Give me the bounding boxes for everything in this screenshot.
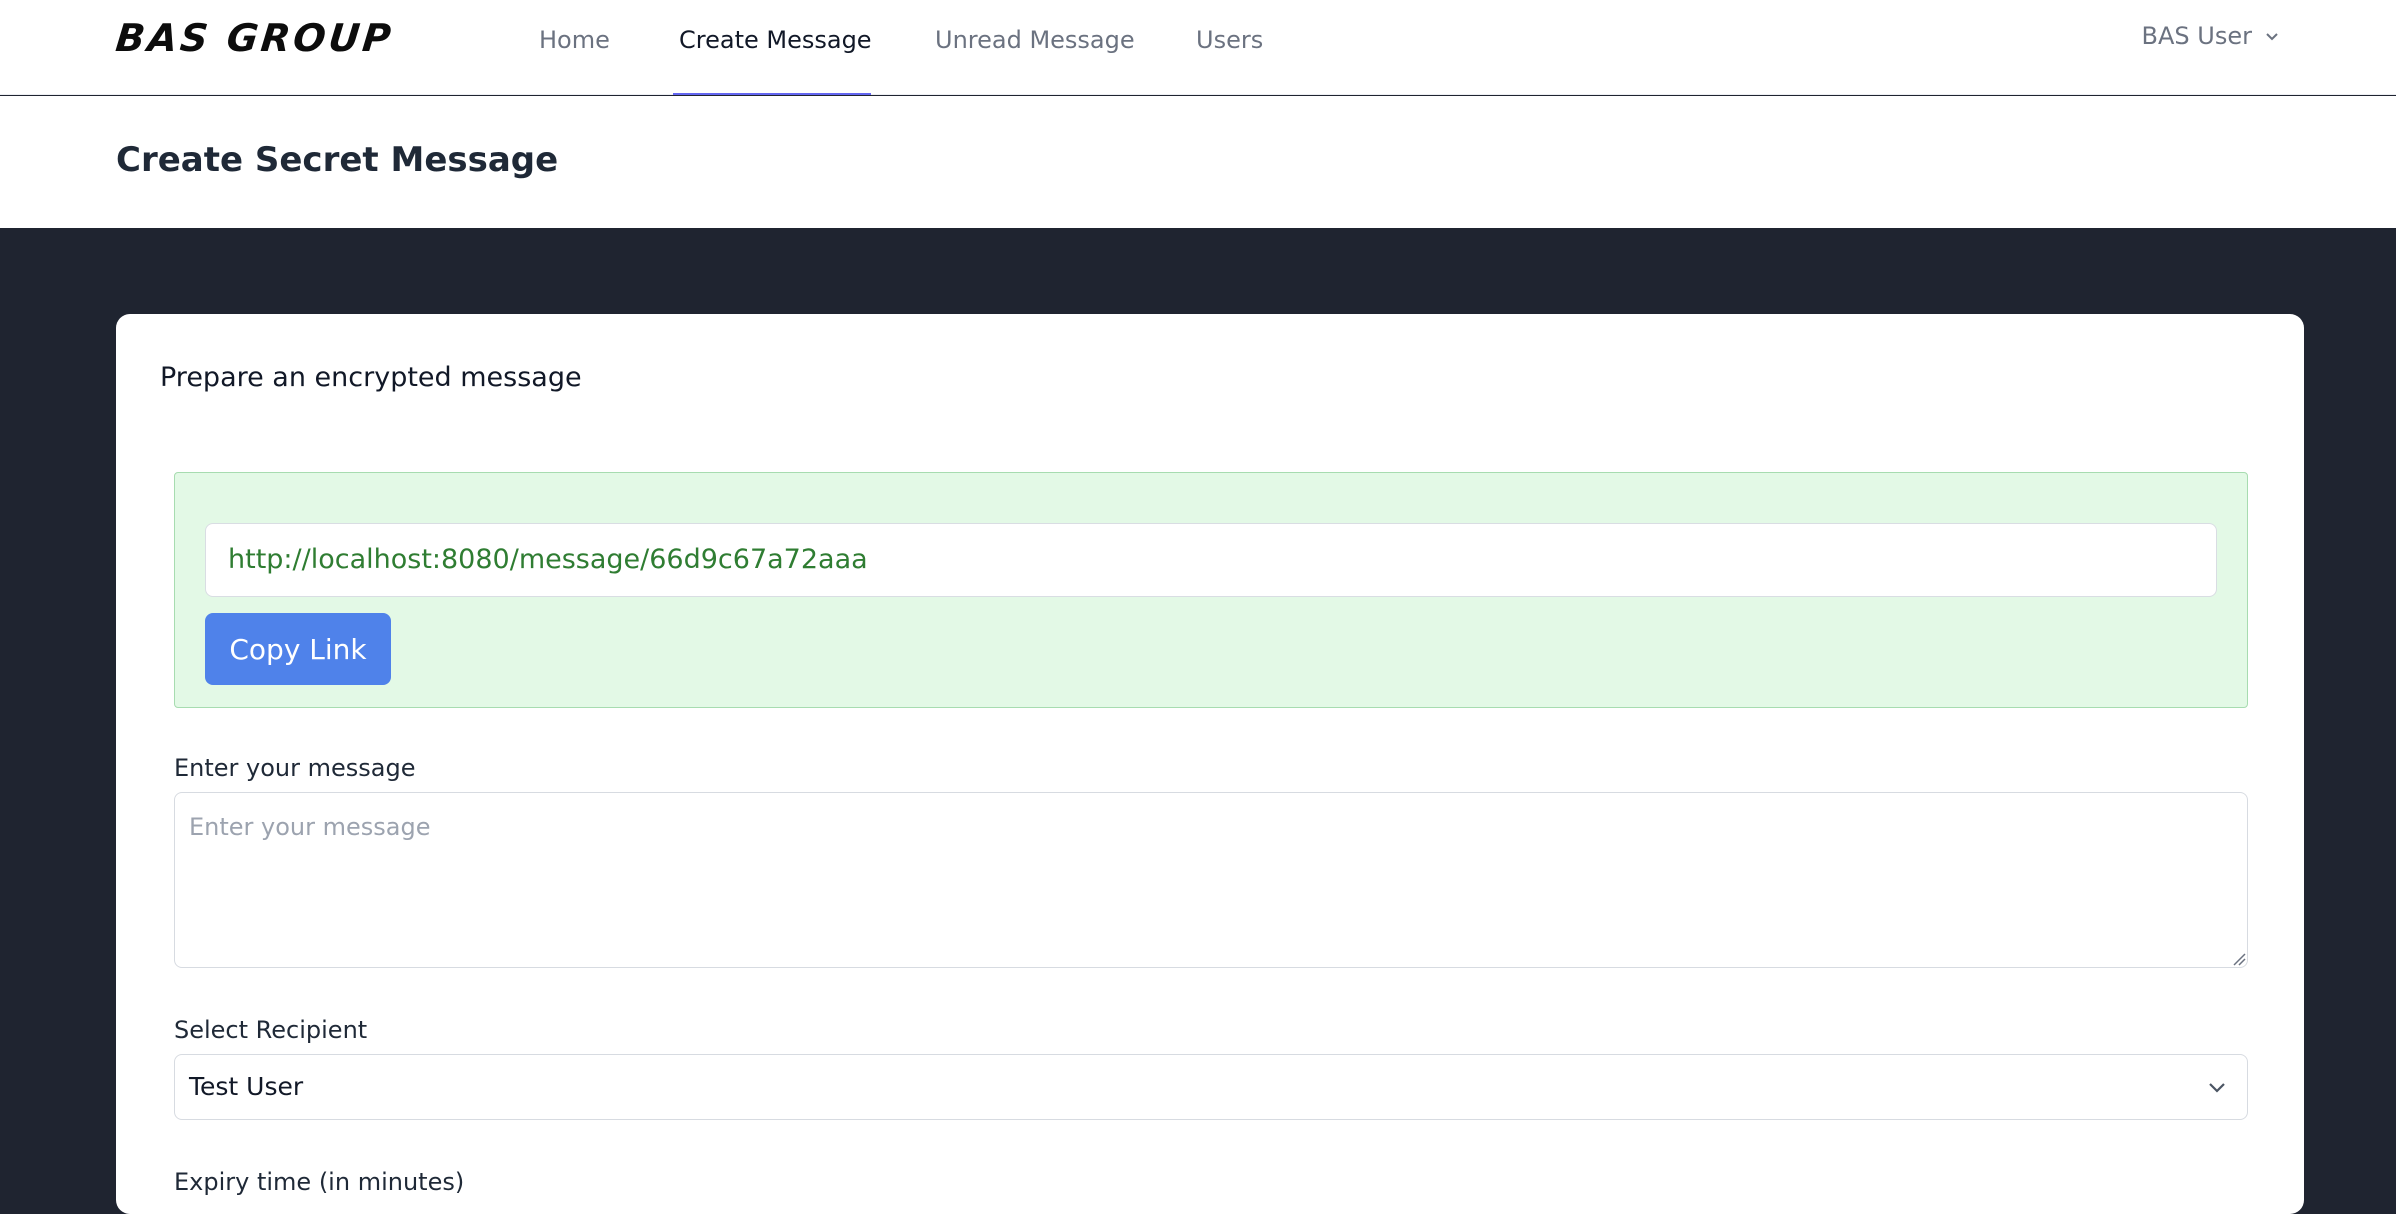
chevron-down-icon — [2209, 1083, 2225, 1093]
message-textarea[interactable] — [174, 792, 2248, 968]
recipient-selected-value: Test User — [189, 1072, 304, 1101]
card-title: Prepare an encrypted message — [160, 362, 582, 393]
message-label: Enter your message — [174, 754, 416, 782]
nav-unread-message[interactable]: Unread Message — [935, 26, 1135, 54]
nav-home[interactable]: Home — [539, 26, 610, 54]
top-navbar: BAS GROUP Home Create Message Unread Mes… — [0, 0, 2396, 95]
generated-link-field[interactable]: http://localhost:8080/message/66d9c67a72… — [205, 523, 2217, 597]
user-menu[interactable]: BAS User — [2142, 22, 2280, 50]
expiry-label: Expiry time (in minutes) — [174, 1168, 465, 1196]
recipient-select[interactable]: Test User — [174, 1054, 2248, 1120]
nav-users[interactable]: Users — [1196, 26, 1263, 54]
generated-link-panel: http://localhost:8080/message/66d9c67a72… — [174, 472, 2248, 708]
message-card: Prepare an encrypted message http://loca… — [116, 314, 2304, 1214]
resize-handle-icon[interactable] — [2232, 952, 2246, 966]
active-tab-indicator — [673, 93, 871, 95]
chevron-down-icon — [2266, 33, 2278, 41]
page-title: Create Secret Message — [116, 140, 559, 180]
nav-create-message[interactable]: Create Message — [679, 26, 872, 54]
page-header: Create Secret Message — [0, 96, 2396, 228]
brand-logo[interactable]: BAS GROUP — [114, 16, 396, 60]
user-name: BAS User — [2141, 22, 2252, 50]
copy-link-button[interactable]: Copy Link — [205, 613, 391, 685]
recipient-label: Select Recipient — [174, 1016, 368, 1044]
